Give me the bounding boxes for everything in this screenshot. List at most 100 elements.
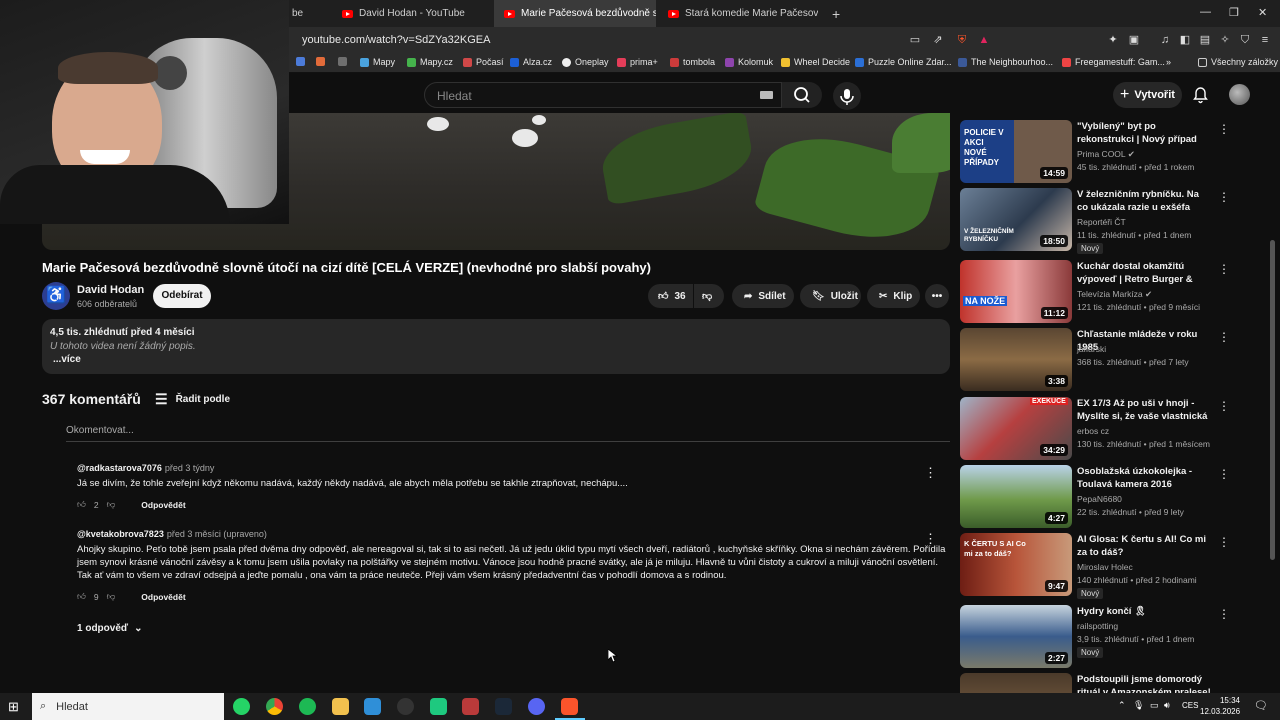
thumbs-up-icon[interactable]: 👍︎	[77, 499, 86, 510]
network-icon[interactable]: ▭	[1150, 700, 1159, 711]
bookmark-oneplay[interactable]: Oneplay	[562, 57, 609, 67]
cast-icon[interactable]: ▭	[908, 33, 922, 47]
brave-shield-icon[interactable]: ⛨	[955, 33, 969, 47]
bookmarks-more-icon[interactable]: »	[1166, 57, 1171, 67]
sidebar-icon[interactable]: ◧	[1178, 33, 1192, 47]
channel-name[interactable]: Televízia Markíza ✔	[1077, 289, 1152, 300]
taskbar-search[interactable]: ⌕ Hledat	[32, 693, 224, 720]
thumbs-up-icon[interactable]: 👍︎	[77, 591, 86, 602]
voice-search-button[interactable]	[833, 82, 861, 110]
tab-channel[interactable]: David Hodan - YouTube	[332, 0, 492, 27]
recommended-video[interactable]: V ŽELEZNIČNÍM RYBNÍČKU 18:50 V železničn…	[960, 188, 1260, 254]
chrome-icon[interactable]	[266, 698, 283, 715]
app-icon[interactable]	[430, 698, 447, 715]
channel-name[interactable]: Reportéři ČT	[1077, 217, 1126, 227]
search-button[interactable]	[782, 82, 822, 108]
sort-comments-button[interactable]: ☰ Řadit podle	[155, 391, 230, 408]
video-title[interactable]: Kuchár dostal okamžitú výpoveď | Retro B…	[1077, 260, 1212, 286]
author-handle[interactable]: @kvetakobrova7823	[77, 529, 164, 539]
bookmark-puzzle[interactable]: Puzzle Online Zdar...	[855, 57, 952, 67]
bookmark-tombola[interactable]: tombola	[670, 57, 715, 67]
video-title[interactable]: V železničním rybníčku. Na co ukázala ra…	[1077, 188, 1212, 214]
file-explorer-icon[interactable]	[332, 698, 349, 715]
video-menu-icon[interactable]: ⋮	[1218, 190, 1230, 204]
video-title[interactable]: Podstoupili jsme domorodý rituál v Amazo…	[1077, 673, 1212, 693]
video-menu-icon[interactable]: ⋮	[1218, 535, 1230, 549]
channel-name[interactable]: Miroslav Holec	[1077, 562, 1133, 572]
video-menu-icon[interactable]: ⋮	[1218, 467, 1230, 481]
bookmark-pocasi[interactable]: Počasí	[463, 57, 504, 67]
visual-studio-icon[interactable]	[364, 698, 381, 715]
share-button[interactable]: ➦ Sdílet	[732, 284, 794, 308]
recommended-video[interactable]: Podstoupili jsme domorodý rituál v Amazo…	[960, 673, 1260, 693]
video-menu-icon[interactable]: ⋮	[1218, 122, 1230, 136]
language-indicator[interactable]: CES	[1182, 701, 1198, 710]
comment-menu-icon[interactable]: ⋮	[924, 465, 937, 481]
scrollbar-thumb[interactable]	[1270, 240, 1275, 560]
clip-button[interactable]: ✂ Klip	[867, 284, 920, 308]
comment-menu-icon[interactable]: ⋮	[924, 531, 937, 547]
account-avatar[interactable]	[1229, 84, 1250, 105]
bookmark-kolomuk[interactable]: Kolomuk	[725, 57, 773, 67]
video-thumbnail[interactable]: V ŽELEZNIČNÍM RYBNÍČKU 18:50	[960, 188, 1072, 251]
minimize-icon[interactable]: —	[1200, 6, 1211, 18]
steam-icon[interactable]	[495, 698, 512, 715]
video-title[interactable]: Hydry končí 🎗	[1077, 605, 1212, 618]
recommended-video[interactable]: EXEKUCE 34:29 EX 17/3 Až po uši v hnoji …	[960, 397, 1260, 460]
tab-comedy[interactable]: Stará komedie Marie Pačesová aneb	[658, 0, 818, 27]
spotify-icon[interactable]	[299, 698, 316, 715]
video-title[interactable]: AI Glosa: K čertu s AI! Co mi za to dáš?	[1077, 533, 1212, 559]
bookmark-freegamestuff[interactable]: Freegamestuff: Gam...	[1062, 57, 1165, 67]
channel-name[interactable]: David Hodan	[77, 284, 144, 296]
bookmark-alza[interactable]: Alza.cz	[510, 57, 552, 67]
video-thumbnail[interactable]: 3:38	[960, 328, 1072, 391]
thumbs-down-icon[interactable]: 👎︎	[107, 499, 116, 510]
tab-current-video[interactable]: Marie Pačesová bezdůvodně slo✕	[494, 0, 656, 27]
recommended-video[interactable]: POLICIE V AKCI NOVÉ PŘÍPADY 14:59 "Vybíl…	[960, 120, 1260, 183]
channel-name[interactable]: jaffarski	[1077, 344, 1106, 354]
notification-center-icon[interactable]: 🗨︎	[1254, 699, 1268, 712]
show-more-link[interactable]: ...více	[53, 354, 81, 365]
channel-name[interactable]: PepaN6680	[1077, 494, 1122, 504]
bookmark-icon-2[interactable]	[316, 57, 325, 66]
notifications-icon[interactable]	[1192, 86, 1209, 107]
bookmark-mapy-cz[interactable]: Mapy.cz	[407, 57, 453, 67]
channel-name[interactable]: railspotting	[1077, 621, 1118, 631]
search-box[interactable]: Hledat	[424, 82, 782, 108]
music-icon[interactable]: ♫	[1158, 33, 1172, 47]
comment-author[interactable]: @radkastarova7076 před 3 týdny	[77, 463, 947, 473]
extensions-icon[interactable]: ✦	[1106, 33, 1120, 47]
restore-icon[interactable]: ❐	[1229, 6, 1239, 19]
close-window-icon[interactable]: ✕	[1258, 6, 1267, 19]
keyboard-icon[interactable]	[760, 91, 773, 99]
brave-icon[interactable]	[561, 698, 578, 715]
channel-name[interactable]: Prima COOL ✔	[1077, 149, 1135, 160]
recommended-video[interactable]: 4:27 Osoblažská úzkokolejka - Toulavá ka…	[960, 465, 1260, 528]
channel-avatar[interactable]: ♿	[42, 282, 70, 310]
whatsapp-icon[interactable]	[233, 698, 250, 715]
bookmark-prima[interactable]: prima+	[617, 57, 658, 67]
volume-icon[interactable]: 🔊︎	[1164, 700, 1170, 711]
menu-icon[interactable]: ≡	[1258, 33, 1272, 47]
discord-icon[interactable]	[528, 698, 545, 715]
description-box[interactable]: 4,5 tis. zhlédnutí před 4 měsíci U tohot…	[42, 319, 950, 374]
thumbs-down-icon[interactable]: 👎︎	[107, 591, 116, 602]
author-handle[interactable]: @radkastarova7076	[77, 463, 162, 473]
new-tab-button[interactable]: +	[822, 0, 844, 27]
brave-rewards-icon[interactable]: ▲	[977, 33, 991, 47]
like-button[interactable]: 👍︎ 36	[648, 284, 693, 308]
show-replies-button[interactable]: 1 odpověď ⌄	[77, 623, 142, 634]
video-thumbnail[interactable]: 2:27	[960, 605, 1072, 668]
app-icon[interactable]	[462, 698, 479, 715]
tabs-icon[interactable]: ▤	[1198, 33, 1212, 47]
wallet-icon[interactable]: ▣	[1127, 33, 1141, 47]
save-button[interactable]: 🔖︎ Uložit	[800, 284, 861, 308]
recommended-video[interactable]: 3:38 Chľastanie mládeže v roku 1985 jaff…	[960, 328, 1260, 391]
video-thumbnail[interactable]: 4:27	[960, 465, 1072, 528]
video-thumbnail[interactable]: NA NOŽE 11:12	[960, 260, 1072, 323]
video-title[interactable]: "Vybílený" byt po rekonstrukci | Nový př…	[1077, 120, 1212, 146]
video-title[interactable]: EX 17/3 Až po uši v hnoji - Myslíte si, …	[1077, 397, 1212, 423]
video-thumbnail[interactable]: POLICIE V AKCI NOVÉ PŘÍPADY 14:59	[960, 120, 1072, 183]
all-bookmarks[interactable]: Všechny záložky	[1198, 57, 1278, 67]
video-title[interactable]: Osoblažská úzkokolejka - Toulavá kamera …	[1077, 465, 1212, 491]
